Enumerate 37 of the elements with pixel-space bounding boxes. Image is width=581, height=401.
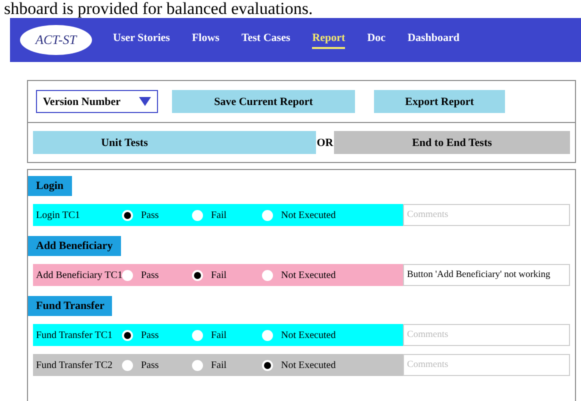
test-case-name: Login TC1: [35, 210, 81, 220]
comment-field[interactable]: Comments: [403, 204, 570, 226]
result-radio[interactable]: Pass: [122, 330, 192, 340]
result-radio[interactable]: Not Executed: [262, 360, 392, 370]
section-header: Add Beneficiary: [28, 236, 121, 256]
nav-tab[interactable]: Flows: [192, 32, 220, 48]
nav-tab[interactable]: Dashboard: [408, 32, 460, 48]
test-type-option[interactable]: End to End Tests: [334, 131, 570, 154]
comment-field[interactable]: Comments: [403, 354, 570, 376]
result-radio[interactable]: Not Executed: [262, 330, 392, 340]
nav-tab[interactable]: Report: [312, 32, 346, 48]
result-radio[interactable]: Fail: [192, 330, 262, 340]
result-radio[interactable]: Not Executed: [262, 210, 392, 220]
result-radio[interactable]: Fail: [192, 210, 262, 220]
result-radio[interactable]: Fail: [192, 270, 262, 280]
test-type-option[interactable]: Unit Tests: [33, 131, 316, 154]
section-header: Login: [28, 176, 72, 196]
result-radio[interactable]: Not Executed: [262, 270, 392, 280]
nav-tab[interactable]: User Stories: [113, 32, 170, 48]
section-header: Fund Transfer: [28, 296, 112, 316]
save-report-button[interactable]: Save Current Report: [172, 90, 355, 113]
comment-field[interactable]: Button 'Add Beneficiary' not working: [403, 264, 570, 286]
result-radio[interactable]: Fail: [192, 360, 262, 370]
result-radio[interactable]: Pass: [122, 360, 192, 370]
logo[interactable]: ACT-ST: [20, 25, 92, 55]
version-dropdown[interactable]: Version Number: [36, 90, 158, 113]
result-radio[interactable]: Pass: [122, 210, 192, 220]
nav-tab[interactable]: Doc: [367, 32, 386, 48]
caption-text: shboard is provided for balanced evaluations.: [3, 0, 314, 18]
test-case-name: Fund Transfer TC2: [35, 360, 114, 370]
result-radio[interactable]: Pass: [122, 270, 192, 280]
test-case-name: Fund Transfer TC1: [35, 330, 114, 340]
nav-tab[interactable]: Test Cases: [241, 32, 290, 48]
test-case-name: Add Beneficiary TC1: [35, 270, 122, 280]
comment-field[interactable]: Comments: [403, 324, 570, 346]
export-report-button[interactable]: Export Report: [374, 90, 505, 113]
caret-icon: [139, 97, 151, 106]
